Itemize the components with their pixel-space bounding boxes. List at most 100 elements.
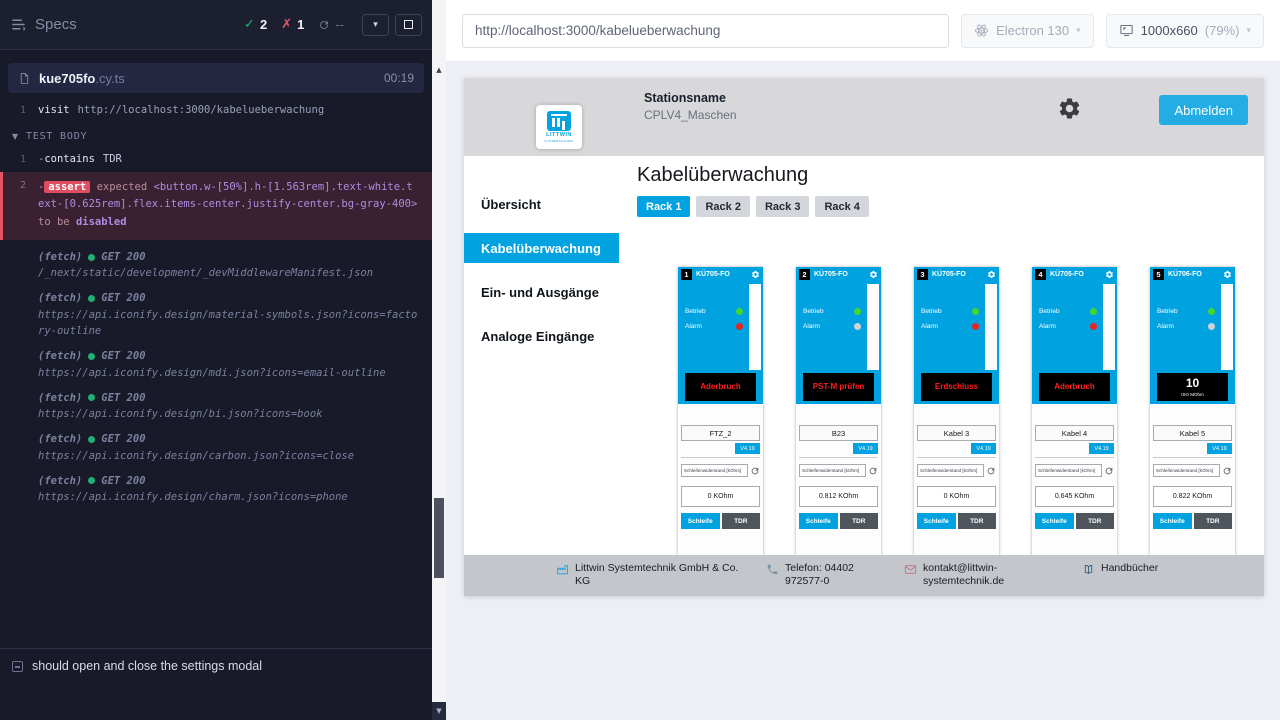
specs-nav-button[interactable]: Specs [10,16,77,33]
email-address: kontakt@littwin-systemtechnik.de [923,562,1044,588]
card-gear-icon[interactable] [1223,270,1232,279]
divider [681,457,760,458]
schleife-button[interactable]: Schleife [917,513,956,529]
measure-label: Schleifenwiderstand [kOhm] [917,464,984,477]
status-button[interactable]: PST-M prüfen [803,373,874,401]
status-dot [88,254,95,261]
fetch-log[interactable]: (fetch)GET 200 https://api.iconify.desig… [0,431,432,464]
scroll-up-arrow[interactable]: ▲ [432,62,446,78]
chevron-down-icon: ▾ [1076,26,1081,36]
refresh-icon[interactable] [1222,466,1232,476]
spec-file-row[interactable]: kue705fo .cy.ts 00:19 [8,63,424,93]
measure-value: 0 KOhm [681,486,760,507]
fetch-log[interactable]: (fetch)GET 200 https://api.iconify.desig… [0,290,432,339]
test-body-section[interactable]: ▼ TEST BODY [0,119,432,150]
fetch-log[interactable]: (fetch)GET 200 /_next/static/development… [0,249,432,282]
tdr-button[interactable]: TDR [840,513,879,529]
betrieb-label: Betrieb [803,308,824,315]
assert-selector: <button.w-[50%].h-[1.563rem].text-white.… [38,181,417,210]
fetch-log[interactable]: (fetch)GET 200 https://api.iconify.desig… [0,473,432,506]
measure-value: 0.645 KOhm [1035,486,1114,507]
tdr-button[interactable]: TDR [958,513,997,529]
schleife-button[interactable]: Schleife [799,513,838,529]
email-icon [904,563,917,576]
fetch-status: GET 200 [101,431,145,447]
stop-run-button[interactable] [395,14,422,36]
logo-subtext: SYSTEMTECHNIK [544,139,573,143]
status-button[interactable]: 10 ISO MOhm [1157,373,1228,401]
sidebar-item-kabelueberwachung[interactable]: Kabelüberwachung [464,233,619,263]
tab-rack-2[interactable]: Rack 2 [696,196,749,217]
app-header: LITTWIN SYSTEMTECHNIK Stationsname CPLV4… [464,78,1264,156]
fetch-status: GET 200 [101,348,145,364]
command-visit[interactable]: 1 visithttp://localhost:3000/kabelueberw… [0,101,432,119]
browser-pane: http://localhost:3000/kabelueberwachung … [446,0,1280,720]
schleife-button[interactable]: Schleife [681,513,720,529]
fetch-label: (fetch) [38,390,82,406]
fetch-status: GET 200 [101,390,145,406]
reporter-topbar: Specs ✓2 ✗1 -- ▾ [0,0,432,50]
alarm-label: Alarm [803,323,820,330]
fetch-label: (fetch) [38,290,82,306]
status-button[interactable]: Erdschluss [921,373,992,401]
viewport-select[interactable]: 1000x660 (79%) ▾ [1106,14,1264,48]
alarm-led [854,323,861,330]
card-gear-icon[interactable] [751,270,760,279]
refresh-icon[interactable] [868,466,878,476]
tab-rack-4[interactable]: Rack 4 [815,196,868,217]
failed-assert[interactable]: 2 assert expected <button.w-[50%].h-[1.5… [0,172,432,240]
cable-name: Kabel 5 [1153,425,1232,441]
cross-icon: ✗ [281,17,292,32]
collapse-all-button[interactable]: ▾ [362,14,389,36]
fetch-url: /_next/static/development/_devMiddleware… [38,267,373,279]
scrollbar-thumb[interactable] [434,498,444,578]
command-contains[interactable]: 1 containsTDR [0,150,432,168]
page-title: Kabelüberwachung [637,164,1264,187]
tdr-button[interactable]: TDR [1076,513,1115,529]
sidebar-item-ein-und-ausgaenge[interactable]: Ein- und Ausgänge [464,277,619,307]
status-button[interactable]: Aderbruch [685,373,756,401]
settings-gear-icon[interactable] [1057,96,1082,121]
url-input[interactable]: http://localhost:3000/kabelueberwachung [462,14,949,48]
refresh-icon[interactable] [986,466,996,476]
fetch-log[interactable]: (fetch)GET 200 https://api.iconify.desig… [0,348,432,381]
app-body: Übersicht Kabelüberwachung Ein- und Ausg… [464,156,1264,555]
tdr-button[interactable]: TDR [1194,513,1233,529]
card-gear-icon[interactable] [869,270,878,279]
alarm-led [1208,323,1215,330]
assert-connector: to be [38,216,70,228]
fetch-url: https://api.iconify.design/bi.json?icons… [38,408,322,420]
footer-company: Littwin Systemtechnik GmbH & Co. KG [556,562,746,588]
schleife-button[interactable]: Schleife [1153,513,1192,529]
card-lower: Kabel 5 V4.19 Schleifenwiderstand [kOhm]… [1150,404,1235,555]
card-number: 4 [1035,269,1046,280]
schleife-button[interactable]: Schleife [1035,513,1074,529]
device-card-2: 2 KÜ705-FO Betrieb Alarm PST-M prüfen B [796,267,881,555]
tab-rack-1[interactable]: Rack 1 [637,196,690,217]
fetch-body: (fetch)GET 200 /_next/static/development… [38,249,432,282]
betrieb-led [1090,308,1097,315]
refresh-icon[interactable] [1104,466,1114,476]
chevron-down-icon: ▾ [373,20,378,30]
sidebar-item-analoge-eingaenge[interactable]: Analoge Eingänge [464,321,619,351]
card-gear-icon[interactable] [1105,270,1114,279]
status-button[interactable]: Aderbruch [1039,373,1110,401]
fetch-status: GET 200 [101,290,145,306]
tab-rack-3[interactable]: Rack 3 [756,196,809,217]
browser-url-bar: http://localhost:3000/kabelueberwachung … [446,0,1280,62]
card-number: 3 [917,269,928,280]
card-side-panel [867,284,879,370]
card-gear-icon[interactable] [987,270,996,279]
browser-select[interactable]: Electron 130 ▾ [961,14,1094,48]
card-number: 5 [1153,269,1164,280]
scroll-down-arrow[interactable]: ▼ [432,702,446,720]
fetch-log[interactable]: (fetch) GET 200 https://api.iconify.desig… [0,390,432,423]
app-under-test: LITTWIN SYSTEMTECHNIK Stationsname CPLV4… [464,78,1264,596]
logout-button[interactable]: Abmelden [1159,95,1248,125]
tdr-button[interactable]: TDR [722,513,761,529]
sidebar-item-uebersicht[interactable]: Übersicht [464,189,619,219]
card-model: KÜ705-FO [1050,271,1084,278]
refresh-icon[interactable] [750,466,760,476]
footer-manuals[interactable]: Handbücher [1082,562,1158,576]
next-test-row[interactable]: should open and close the settings modal [0,648,432,720]
